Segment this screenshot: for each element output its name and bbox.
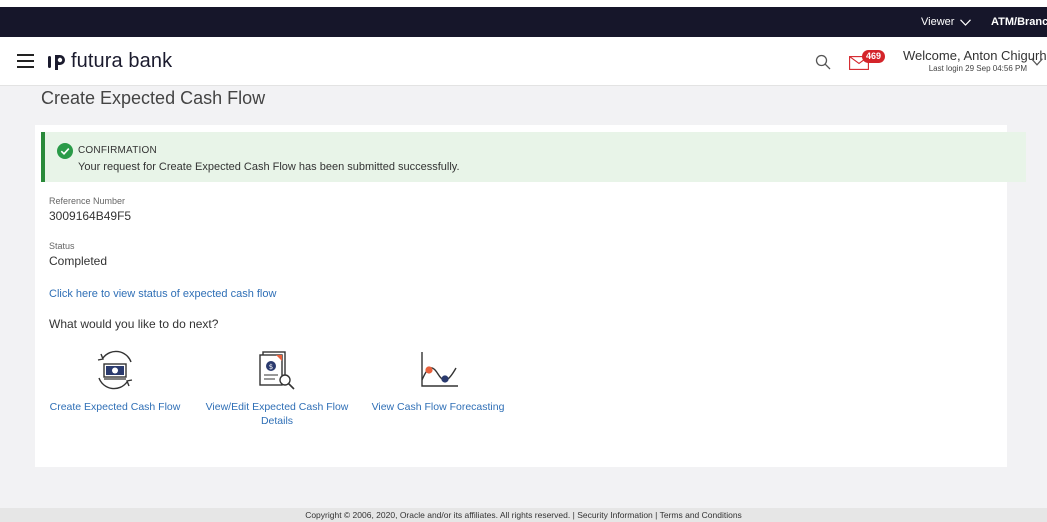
brand-name: futura bank (71, 50, 173, 72)
action-label: View Cash Flow Forecasting (371, 401, 505, 413)
document-search-icon: $ (259, 351, 295, 390)
atm-branch-link[interactable]: ATM/Branch (991, 16, 1047, 28)
action-view-edit-expected-cash-flow[interactable]: $ View/Edit Expected Cash Flow Details (197, 348, 357, 428)
mailbox-button[interactable]: 469 (849, 50, 889, 74)
view-status-link[interactable]: Click here to view status of expected ca… (49, 288, 276, 300)
brand-logo[interactable]: futura bank (47, 50, 172, 73)
chevron-down-icon (960, 18, 972, 26)
user-menu[interactable]: Welcome, Anton Chigurh Last login 29 Sep… (903, 48, 1047, 73)
next-steps-prompt: What would you like to do next? (49, 317, 219, 331)
status-value: Completed (49, 254, 108, 268)
confirmation-title: CONFIRMATION (78, 145, 157, 156)
viewer-dropdown[interactable]: Viewer (921, 16, 972, 28)
cash-cycle-icon (97, 350, 133, 390)
confirmation-message: Your request for Create Expected Cash Fl… (78, 161, 460, 173)
footer: Copyright © 2006, 2020, Oracle and/or it… (0, 508, 1047, 522)
menu-icon[interactable] (17, 54, 34, 68)
last-login-text: Last login 29 Sep 04:56 PM (928, 64, 1027, 73)
confirmation-banner: CONFIRMATION Your request for Create Exp… (41, 132, 1026, 182)
check-circle-icon (57, 143, 73, 159)
chevron-down-icon[interactable] (1031, 58, 1043, 66)
footer-separator: | (655, 510, 658, 520)
page-title: Create Expected Cash Flow (41, 88, 266, 108)
action-label: View/Edit Expected Cash Flow Details (205, 401, 349, 427)
welcome-text: Welcome, Anton Chigurh (903, 48, 1047, 63)
futura-logo-icon (48, 54, 65, 70)
security-information-link[interactable]: Security Information (577, 510, 653, 520)
viewer-label: Viewer (921, 16, 955, 28)
search-icon[interactable] (815, 54, 831, 70)
copyright-text: Copyright © 2006, 2020, Oracle and/or it… (305, 510, 571, 520)
action-label: Create Expected Cash Flow (49, 401, 181, 413)
content-card: CONFIRMATION Your request for Create Exp… (35, 125, 1026, 467)
reference-number-value: 3009164B49F5 (49, 209, 132, 223)
top-bar: Viewer ATM/Branch (0, 7, 1047, 37)
action-create-expected-cash-flow[interactable]: Create Expected Cash Flow (45, 348, 185, 414)
header: futura bank 469 Welcome, Anton Chigurh L… (0, 37, 1047, 86)
footer-separator: | (572, 510, 575, 520)
reference-number-label: Reference Number (49, 196, 126, 206)
svg-text:$: $ (269, 363, 273, 371)
top-strip (0, 0, 1047, 7)
mail-count-badge: 469 (862, 50, 886, 63)
action-view-cash-flow-forecasting[interactable]: View Cash Flow Forecasting (365, 348, 511, 414)
status-label: Status (49, 241, 75, 251)
forecast-chart-icon (421, 352, 458, 387)
terms-and-conditions-link[interactable]: Terms and Conditions (660, 510, 742, 520)
